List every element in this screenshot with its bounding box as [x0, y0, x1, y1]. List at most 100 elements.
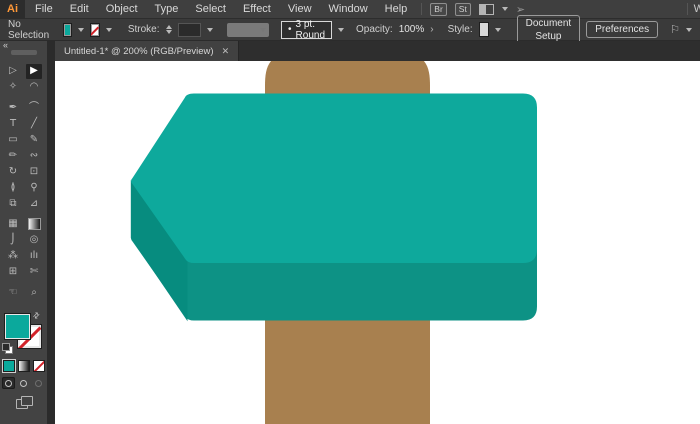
tool-column-graph[interactable]: ılı — [26, 249, 42, 264]
arrange-documents-icon[interactable] — [479, 4, 494, 15]
bridge-button[interactable]: Br — [430, 3, 447, 16]
menu-item-window[interactable]: Window — [329, 3, 368, 15]
menu-item-edit[interactable]: Edit — [70, 3, 89, 15]
pen-tool-icon: ✒ — [9, 103, 17, 113]
tool-width[interactable]: ≬ — [5, 181, 21, 196]
style-label: Style: — [448, 24, 473, 35]
gradient-mode-button[interactable] — [18, 360, 30, 372]
tool-selection[interactable]: ▷ — [5, 64, 21, 79]
tool-shaper[interactable]: ∾ — [26, 149, 42, 164]
brush-definition-dropdown[interactable]: • 3 pt. Round — [281, 21, 332, 39]
tool-perspective-grid[interactable]: ⊿ — [26, 197, 42, 212]
tab-close-icon[interactable]: ✕ — [222, 46, 230, 57]
sign-face-shape[interactable] — [131, 94, 537, 264]
menu-item-effect[interactable]: Effect — [243, 3, 271, 15]
none-mode-button[interactable] — [33, 360, 45, 372]
style-chevron-icon[interactable] — [495, 28, 501, 32]
tool-curvature[interactable]: ⌒ — [26, 101, 42, 116]
brush-preset-label: 3 pt. Round — [296, 19, 325, 41]
preferences-button[interactable]: Preferences — [586, 21, 658, 38]
menu-item-object[interactable]: Object — [106, 3, 138, 15]
tool-pen[interactable]: ✒ — [5, 101, 21, 116]
tool-shape-builder[interactable]: ⧉ — [5, 197, 21, 212]
brush-chevron-icon[interactable] — [338, 28, 344, 32]
fill-indicator-swatch[interactable] — [4, 313, 31, 340]
tool-mesh[interactable]: ▦ — [5, 217, 21, 232]
tool-group-divider — [5, 281, 42, 284]
stepper-down-icon[interactable] — [166, 30, 172, 34]
opacity-field[interactable]: 100% — [399, 24, 425, 35]
menu-item-type[interactable]: Type — [155, 3, 179, 15]
tool-lasso[interactable]: ◠ — [26, 80, 42, 95]
document-tab[interactable]: Untitled-1* @ 200% (RGB/Preview) ✕ — [55, 41, 239, 61]
draw-behind-icon — [20, 380, 27, 387]
stroke-chevron-icon[interactable] — [106, 28, 112, 32]
separator — [687, 3, 688, 15]
shaper-tool-icon: ∾ — [30, 151, 38, 161]
tool-eyedropper[interactable]: ⌡ — [5, 233, 21, 248]
toolbar-grip[interactable] — [11, 50, 37, 55]
opacity-next-icon[interactable]: › — [430, 24, 433, 35]
tab-strip: « Untitled-1* @ 200% (RGB/Preview) ✕ — [0, 41, 700, 61]
perspective-grid-tool-icon: ⊿ — [30, 199, 38, 209]
tool-artboard[interactable]: ⊞ — [5, 265, 21, 280]
workspace-switcher[interactable]: W — [687, 3, 700, 15]
width-profile-dropdown[interactable] — [227, 23, 269, 37]
tool-hand[interactable]: ☜ — [5, 286, 21, 301]
shape-builder-tool-icon: ⧉ — [9, 199, 16, 209]
eyedropper-tool-icon: ⌡ — [10, 235, 15, 245]
stroke-color-swatch[interactable] — [90, 23, 99, 37]
swap-fill-stroke-icon[interactable]: ⇄ — [31, 310, 42, 321]
menu-item-file[interactable]: File — [35, 3, 53, 15]
stroke-weight-field[interactable] — [178, 23, 202, 37]
menu-item-select[interactable]: Select — [195, 3, 226, 15]
fill-chevron-icon[interactable] — [78, 28, 84, 32]
share-icon[interactable]: ➢ — [516, 3, 525, 16]
tool-type[interactable]: T — [5, 117, 21, 132]
stock-button[interactable]: St — [455, 3, 471, 16]
free-transform-tool-icon: ⊡ — [30, 167, 38, 177]
tool-direct-selection[interactable]: ▶ — [26, 64, 42, 79]
tool-paintbrush[interactable]: ✎ — [26, 133, 42, 148]
brush-thumb-icon: • — [288, 24, 292, 35]
stepper-up-icon[interactable] — [166, 25, 172, 29]
tool-symbol-sprayer[interactable]: ⁂ — [5, 249, 21, 264]
document-setup-button[interactable]: Document Setup — [517, 15, 581, 45]
canvas[interactable] — [55, 61, 700, 424]
tool-free-transform[interactable]: ⊡ — [26, 165, 42, 180]
menu-item-help[interactable]: Help — [385, 3, 408, 15]
stroke-weight-stepper[interactable] — [166, 25, 172, 34]
tool-slice[interactable]: ✄ — [26, 265, 42, 280]
menu-item-view[interactable]: View — [288, 3, 312, 15]
stroke-weight-chevron-icon[interactable] — [207, 28, 213, 32]
style-swatch[interactable] — [479, 22, 489, 37]
chevron-down-icon[interactable] — [502, 7, 508, 11]
default-fill-mini — [2, 343, 10, 351]
tool-blend[interactable]: ◎ — [26, 233, 42, 248]
tool-rotate[interactable]: ↻ — [5, 165, 21, 180]
artboard-tool-icon: ⊞ — [9, 267, 17, 277]
opacity-label[interactable]: Opacity: — [356, 24, 393, 35]
collapse-panel-icon[interactable]: « — [3, 40, 8, 50]
app-logo[interactable]: Ai — [0, 0, 25, 19]
tool-puppet-warp[interactable]: ⚲ — [26, 181, 42, 196]
draw-behind-button[interactable] — [17, 377, 30, 389]
tool-magic-wand[interactable]: ✧ — [5, 80, 21, 95]
change-screen-mode-icon[interactable] — [16, 396, 32, 409]
color-mode-button[interactable] — [3, 360, 15, 372]
default-fill-stroke-icon[interactable] — [2, 343, 12, 353]
control-bar: No Selection Stroke: • 3 pt. Round Opaci… — [0, 19, 700, 41]
draw-inside-button[interactable] — [32, 377, 45, 389]
tool-rectangle[interactable]: ▭ — [5, 133, 21, 148]
tool-line-segment[interactable]: ╱ — [26, 117, 42, 132]
draw-normal-button[interactable] — [2, 377, 15, 389]
tool-gradient[interactable] — [26, 217, 42, 232]
pencil-tool-icon: ✏ — [9, 151, 17, 161]
rectangle-tool-icon: ▭ — [8, 135, 17, 145]
touch-workspace-icon[interactable]: ⚐ — [670, 23, 680, 36]
workspace-chevron-icon[interactable] — [686, 28, 692, 32]
fill-color-swatch[interactable] — [63, 23, 72, 37]
tool-zoom[interactable]: ⌕ — [26, 286, 42, 301]
tool-pencil[interactable]: ✏ — [5, 149, 21, 164]
menu-bar-right: Br St ➢ W — [421, 3, 700, 16]
